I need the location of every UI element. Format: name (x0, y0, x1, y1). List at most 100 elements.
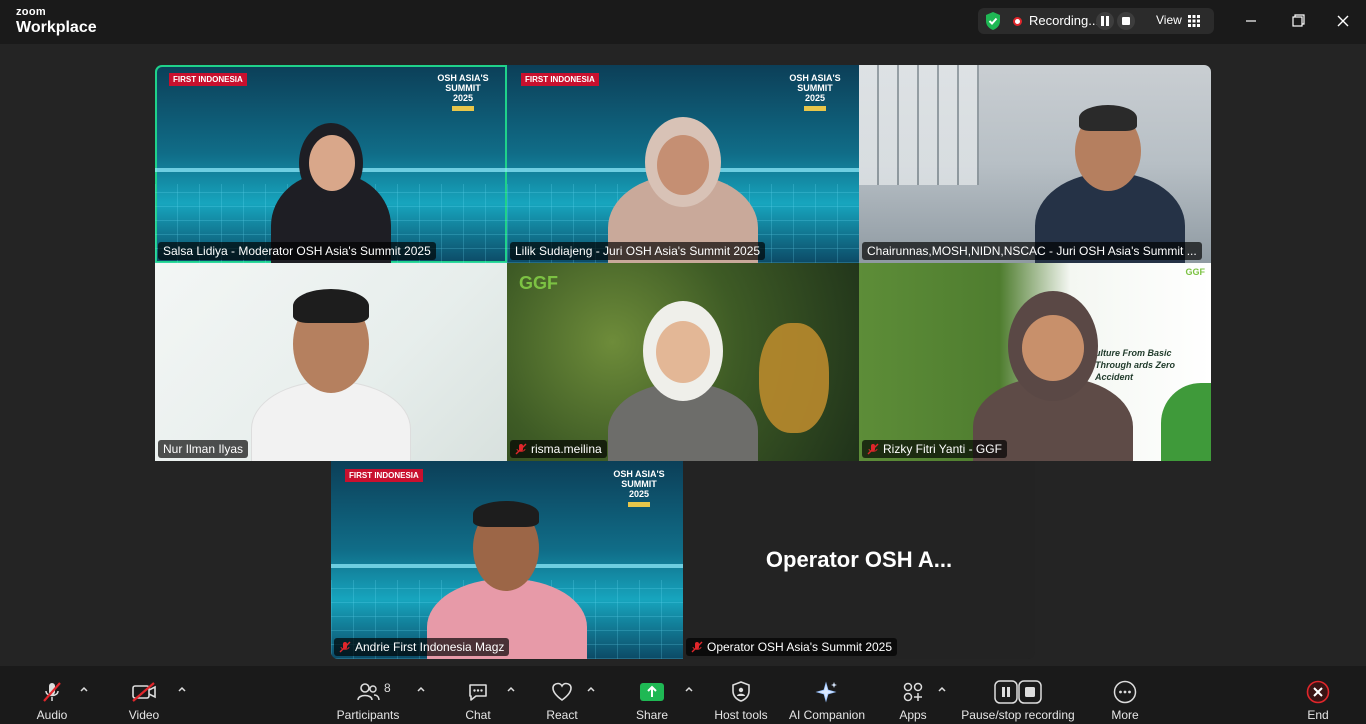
title-bar: zoom Workplace Recording... View (0, 0, 1366, 44)
chevron-up-icon[interactable] (177, 684, 187, 694)
chat-button[interactable]: Chat (458, 680, 498, 722)
apps-icon (903, 682, 923, 702)
brand-top: zoom (16, 6, 46, 18)
participant-video (583, 291, 783, 461)
osh-logo-line1: OSH ASIA'S (789, 73, 841, 83)
osh-logo-line3: 2025 (628, 489, 650, 499)
chevron-up-icon[interactable] (506, 684, 516, 694)
heart-icon (552, 682, 572, 701)
pause-stop-icon (994, 680, 1042, 704)
video-tile-nur[interactable]: Nur Ilman Ilyas (155, 263, 507, 461)
participants-label: Participants (336, 708, 400, 722)
pause-stop-recording-button[interactable]: Pause/stop recording (960, 680, 1076, 722)
participant-video (221, 281, 441, 461)
participant-name: Chairunnas,MOSH,NIDN,NSCAC - Juri OSH As… (862, 242, 1202, 260)
grid-view-icon[interactable] (1188, 15, 1200, 27)
react-button[interactable]: React (542, 680, 582, 722)
video-tile-operator[interactable]: Operator OSH A... Operator OSH Asia's Su… (683, 461, 1035, 659)
share-button[interactable]: Share (632, 680, 672, 722)
participant-name-text: Operator OSH Asia's Summit 2025 (707, 640, 893, 654)
osh-logo-line3: 2025 (804, 93, 826, 103)
osh-summit-logo: OSH ASIA'S SUMMIT 2025 (785, 73, 845, 113)
restore-icon[interactable] (1288, 12, 1308, 30)
pause-icon (1101, 16, 1109, 26)
ai-companion-label: AI Companion (788, 708, 866, 722)
chat-label: Chat (465, 708, 491, 722)
video-tile-rizky[interactable]: GGF ulture From Basic Through ards Zero … (859, 263, 1211, 461)
host-tools-label: Host tools (714, 708, 768, 722)
first-indonesia-logo: FIRST INDONESIA (345, 469, 423, 482)
osh-logo-ribbon (804, 106, 826, 111)
share-label: Share (635, 708, 669, 722)
participant-name: Nur Ilman Ilyas (158, 440, 249, 458)
chevron-up-icon[interactable] (684, 684, 694, 694)
host-tools-button[interactable]: Host tools (711, 680, 771, 722)
pause-recording-label: Pause/stop recording (961, 708, 1075, 722)
meeting-toolbar: Audio Video Participants 8 Chat React Sh… (0, 666, 1366, 724)
video-tile-lilik[interactable]: FIRST INDONESIA OSH ASIA'S SUMMIT 2025 Lil… (507, 65, 859, 263)
chevron-up-icon[interactable] (586, 684, 596, 694)
participants-count: 8 (384, 681, 391, 695)
participants-button[interactable]: Participants (333, 680, 403, 722)
osh-logo-ribbon (452, 106, 474, 111)
pause-recording-button[interactable] (1096, 12, 1114, 30)
minimize-icon[interactable] (1241, 12, 1261, 30)
end-label: End (1307, 708, 1329, 722)
more-button[interactable]: More (1105, 680, 1145, 722)
apps-button[interactable]: Apps (893, 680, 933, 722)
more-label: More (1111, 708, 1139, 722)
encryption-shield-icon[interactable] (984, 11, 1002, 31)
osh-logo-line3: 2025 (452, 93, 474, 103)
audio-button[interactable]: Audio (30, 680, 74, 722)
more-icon (1113, 680, 1137, 704)
apps-label: Apps (899, 708, 927, 722)
osh-logo-line2: SUMMIT (621, 479, 657, 489)
view-button[interactable]: View (1156, 13, 1182, 27)
share-screen-icon (640, 683, 664, 701)
osh-logo-line2: SUMMIT (797, 83, 833, 93)
muted-mic-icon (867, 443, 879, 455)
video-label: Video (128, 708, 160, 722)
stop-recording-button[interactable] (1117, 12, 1135, 30)
chevron-up-icon[interactable] (416, 684, 426, 694)
video-tile-risma[interactable]: GGF risma.meilina (507, 263, 859, 461)
chevron-up-icon[interactable] (79, 684, 89, 694)
first-indonesia-logo: FIRST INDONESIA (521, 73, 599, 86)
participant-video (948, 281, 1158, 461)
close-window-icon[interactable] (1333, 12, 1353, 30)
sparkle-icon (815, 681, 837, 703)
video-off-icon (132, 682, 156, 702)
end-icon (1306, 680, 1330, 704)
muted-mic-icon (691, 641, 703, 653)
participant-video (573, 103, 793, 263)
stop-icon (1122, 17, 1130, 25)
participant-name: Operator OSH Asia's Summit 2025 (686, 638, 898, 656)
video-tile-chairunnas[interactable]: Chairunnas,MOSH,NIDN,NSCAC - Juri OSH As… (859, 65, 1211, 263)
video-tile-salsa[interactable]: FIRST INDONESIA OSH ASIA'S SUMMIT 2025 Sal… (155, 65, 507, 263)
recording-bar: Recording... View (978, 8, 1214, 34)
video-button[interactable]: Video (122, 680, 166, 722)
participant-name-text: Salsa Lidiya - Moderator OSH Asia's Summ… (163, 244, 431, 258)
participant-name: Andrie First Indonesia Magz (334, 638, 510, 656)
participant-video (397, 489, 617, 659)
participant-video (231, 103, 431, 263)
muted-mic-icon (339, 641, 351, 653)
osh-logo-line2: SUMMIT (445, 83, 481, 93)
participant-name-text: Lilik Sudiajeng - Juri OSH Asia's Summit… (515, 244, 761, 258)
first-indonesia-logo: FIRST INDONESIA (169, 73, 247, 86)
participants-icon (357, 683, 380, 701)
video-tile-andrie[interactable]: FIRST INDONESIA OSH ASIA'S SUMMIT 2025 And… (331, 461, 683, 659)
green-swoosh (1161, 383, 1211, 461)
osh-logo-line1: OSH ASIA'S (437, 73, 489, 83)
shield-icon (732, 681, 750, 702)
chevron-up-icon[interactable] (937, 684, 947, 694)
brand-bottom: Workplace (16, 19, 97, 36)
camera-off-display-name: Operator OSH A... (765, 547, 953, 572)
osh-summit-logo: OSH ASIA'S SUMMIT 2025 (433, 73, 493, 113)
end-meeting-button[interactable]: End (1298, 680, 1338, 722)
osh-logo-line1: OSH ASIA'S (613, 469, 665, 479)
ggf-logo: GGF (519, 273, 558, 293)
ai-companion-button[interactable]: AI Companion (787, 680, 867, 722)
chat-icon (469, 684, 487, 701)
participant-video (1005, 93, 1205, 263)
